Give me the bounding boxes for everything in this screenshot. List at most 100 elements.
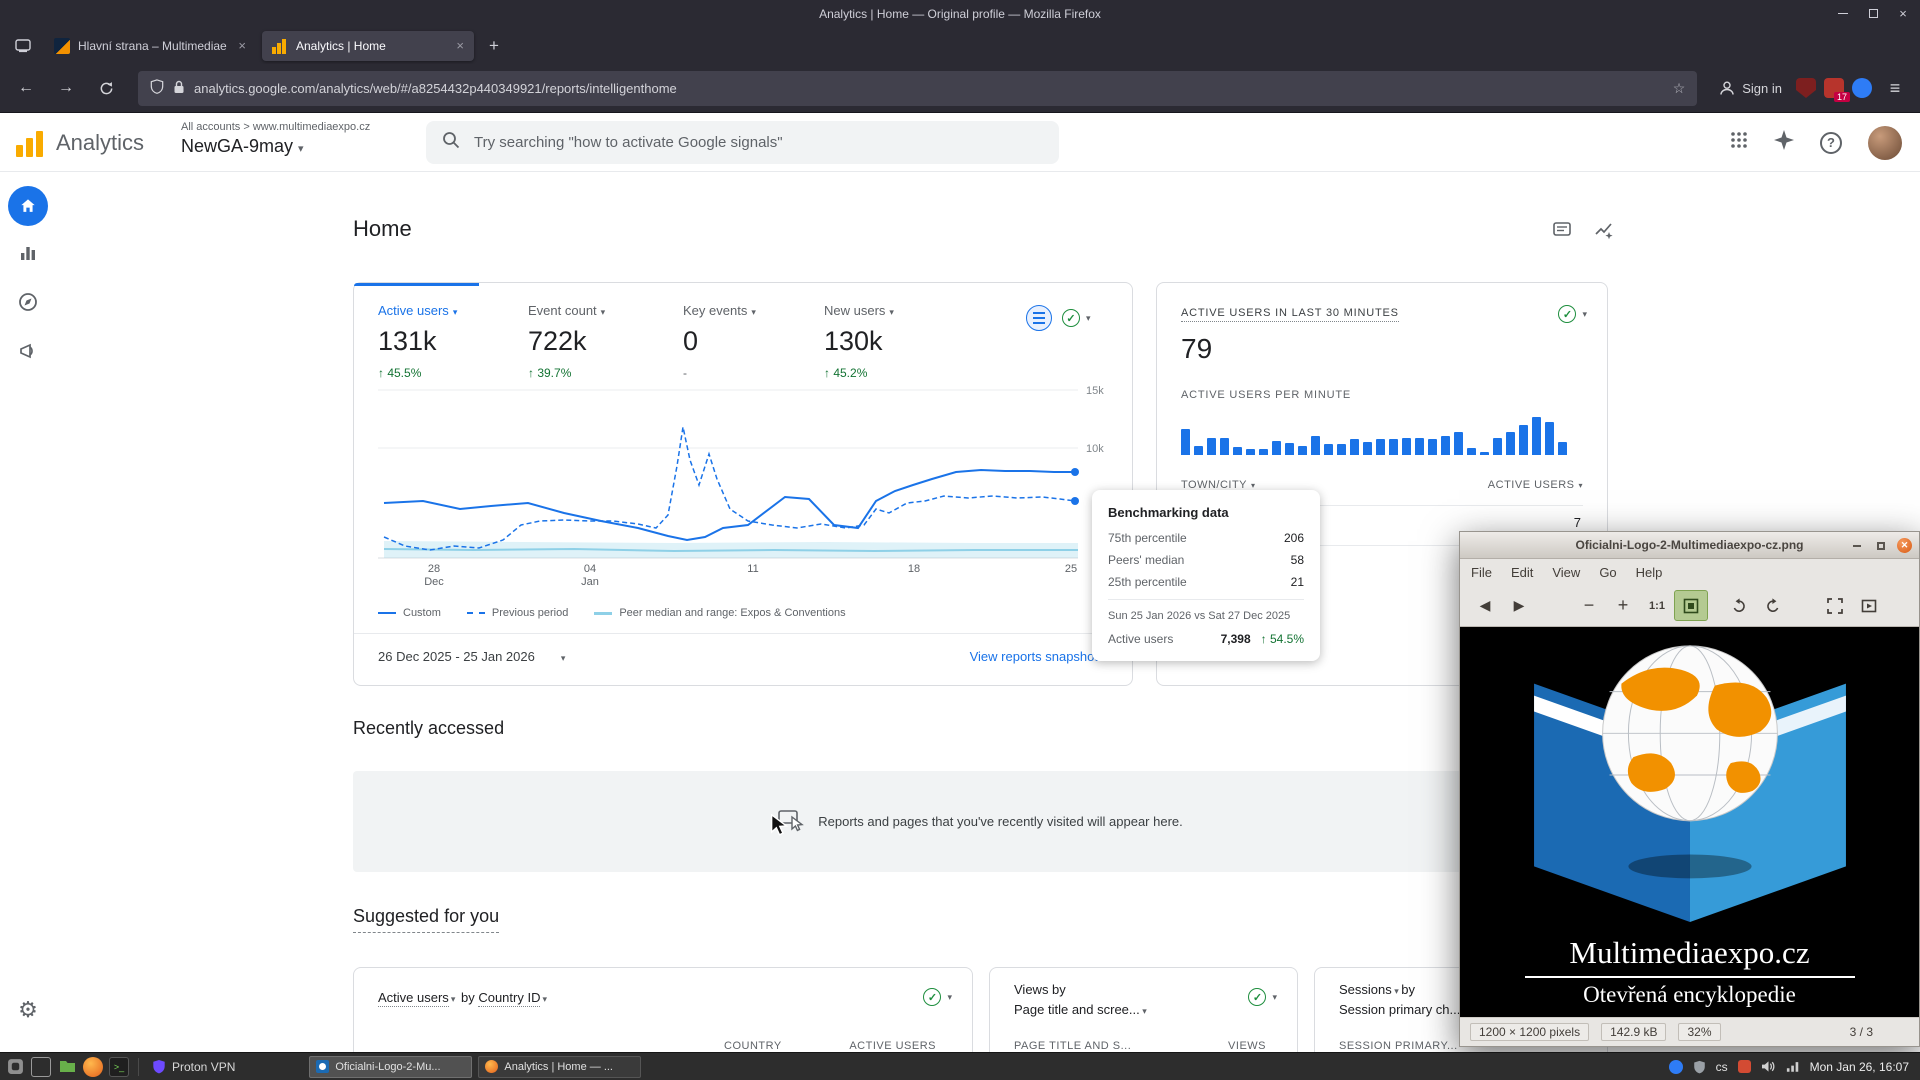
- normal-size-button[interactable]: 1:1: [1640, 590, 1674, 621]
- translate-extension-icon[interactable]: [1852, 78, 1872, 98]
- sidebar-item-home[interactable]: [8, 186, 48, 226]
- metric-selector[interactable]: Active users: [378, 990, 449, 1007]
- svg-text:28: 28: [428, 563, 440, 575]
- comparison-check-dropdown[interactable]: ✓ ▾: [1062, 309, 1091, 327]
- column-views[interactable]: VIEWS: [1228, 1040, 1266, 1052]
- proton-vpn-launcher[interactable]: Proton VPN: [148, 1059, 239, 1074]
- minimize-button[interactable]: [1836, 7, 1850, 21]
- menu-view[interactable]: View: [1552, 565, 1580, 580]
- help-icon[interactable]: ?: [1820, 132, 1842, 154]
- viewer-maximize-button[interactable]: [1873, 538, 1888, 553]
- column-active-users[interactable]: ACTIVE USERS: [849, 1040, 936, 1052]
- maximize-button[interactable]: [1866, 7, 1880, 21]
- insights-icon[interactable]: [1594, 220, 1614, 245]
- dimension-selector[interactable]: Country ID: [478, 990, 540, 1007]
- dimension-selector[interactable]: Page title and scree...: [1014, 1002, 1140, 1017]
- feedback-note-icon[interactable]: [1552, 220, 1572, 245]
- close-button[interactable]: ×: [1896, 7, 1910, 21]
- column-active-users[interactable]: ACTIVE USERS▾: [1488, 479, 1583, 491]
- url-bar[interactable]: analytics.google.com/analytics/web/#/a82…: [138, 71, 1697, 106]
- sidebar-item-explore[interactable]: [8, 282, 48, 322]
- viewer-titlebar[interactable]: Oficialni-Logo-2-Multimediaexpo-cz.png ✕: [1460, 532, 1919, 559]
- metric-selector[interactable]: Sessions: [1339, 982, 1392, 997]
- tooltip-metric-row: Active users 7,398 ↑ 54.5%: [1108, 632, 1304, 646]
- bookmark-star-icon[interactable]: ☆: [1673, 80, 1686, 97]
- next-image-button[interactable]: ▶: [1502, 590, 1536, 621]
- firefox-view-icon[interactable]: [8, 32, 38, 60]
- tray-vpn-shield-icon[interactable]: [1693, 1060, 1706, 1074]
- comparison-check-dropdown[interactable]: ✓ ▾: [1558, 305, 1587, 323]
- search-input[interactable]: Try searching "how to activate Google si…: [426, 121, 1059, 164]
- zoom-in-button[interactable]: +: [1606, 590, 1640, 621]
- taskbar-clock[interactable]: Mon Jan 26, 16:07: [1810, 1060, 1909, 1074]
- tray-sync-icon[interactable]: [1669, 1060, 1683, 1074]
- firefox-launcher-icon[interactable]: [83, 1057, 103, 1077]
- taskbar-window-firefox[interactable]: Analytics | Home — ...: [478, 1056, 641, 1078]
- fullscreen-button[interactable]: [1818, 590, 1852, 621]
- firefox-account-button[interactable]: Sign in: [1713, 80, 1788, 96]
- column-page-title[interactable]: PAGE TITLE AND S...: [1014, 1040, 1131, 1052]
- menu-file[interactable]: File: [1471, 565, 1492, 580]
- analytics-logo[interactable]: Analytics: [16, 127, 144, 157]
- apps-grid-icon[interactable]: [1730, 131, 1748, 154]
- rotate-left-button[interactable]: [1722, 590, 1756, 621]
- lock-icon[interactable]: [173, 80, 185, 97]
- column-country[interactable]: COUNTRY: [724, 1040, 782, 1052]
- volume-icon[interactable]: [1761, 1060, 1776, 1073]
- menu-help[interactable]: Help: [1636, 565, 1663, 580]
- show-desktop-icon[interactable]: [31, 1057, 51, 1077]
- view-reports-snapshot-link[interactable]: View reports snapshot: [970, 649, 1098, 664]
- adblock-extension-icon[interactable]: 17: [1824, 78, 1844, 98]
- date-range-selector[interactable]: 26 Dec 2025 - 25 Jan 2026▾: [378, 649, 565, 664]
- previous-image-button[interactable]: ◀: [1468, 590, 1502, 621]
- viewer-image-area[interactable]: Multimediaexpo.cz Otevřená encyklopedie: [1460, 627, 1919, 1017]
- viewer-close-button[interactable]: ✕: [1897, 538, 1912, 553]
- slideshow-button[interactable]: [1852, 590, 1886, 621]
- dimension-selector[interactable]: Session primary ch...: [1339, 1002, 1460, 1017]
- tab-close-icon[interactable]: ×: [456, 38, 464, 53]
- metric-tab-new-users[interactable]: New users▾ 130k ↑ 45.2%: [824, 303, 894, 380]
- reload-button[interactable]: [90, 72, 122, 104]
- tab-multimediaexpo[interactable]: Hlavní strana – Multimediae ×: [44, 31, 256, 61]
- comparison-check-dropdown[interactable]: ✓ ▾: [923, 988, 952, 1006]
- viewer-minimize-button[interactable]: [1849, 538, 1864, 553]
- per-minute-bar: [1207, 438, 1216, 455]
- forward-button[interactable]: →: [50, 72, 82, 104]
- settings-gear-icon[interactable]: ⚙: [8, 990, 48, 1030]
- image-window-icon: [316, 1060, 329, 1073]
- zoom-out-button[interactable]: −: [1572, 590, 1606, 621]
- menu-edit[interactable]: Edit: [1511, 565, 1533, 580]
- account-switcher[interactable]: All accounts > www.multimediaexpo.cz New…: [181, 121, 370, 157]
- column-session-channel[interactable]: SESSION PRIMARY...: [1339, 1040, 1458, 1052]
- gemini-sparkle-icon[interactable]: [1774, 130, 1794, 155]
- menu-button[interactable]: ≡: [1880, 78, 1910, 99]
- metric-tab-key-events[interactable]: Key events▾ 0 -: [683, 303, 756, 380]
- metric-tab-active-users[interactable]: Active users▾ 131k ↑ 45.5%: [378, 303, 457, 380]
- per-minute-bar: [1298, 446, 1307, 455]
- tray-app-icon[interactable]: [1738, 1060, 1751, 1073]
- files-launcher-icon[interactable]: [57, 1057, 77, 1077]
- menu-go[interactable]: Go: [1599, 565, 1616, 580]
- profile-avatar[interactable]: [1868, 126, 1902, 160]
- tab-analytics[interactable]: Analytics | Home ×: [262, 31, 474, 61]
- sidebar-item-advertising[interactable]: [8, 331, 48, 371]
- tab-close-icon[interactable]: ×: [238, 38, 246, 53]
- ublock-extension-icon[interactable]: [1796, 78, 1816, 98]
- rotate-right-button[interactable]: [1756, 590, 1790, 621]
- best-fit-button[interactable]: [1674, 590, 1708, 621]
- keyboard-layout-indicator[interactable]: cs: [1716, 1060, 1728, 1074]
- tracking-shield-icon[interactable]: [150, 79, 164, 97]
- benchmarking-icon[interactable]: [1026, 305, 1052, 331]
- terminal-launcher-icon[interactable]: >_: [109, 1057, 129, 1077]
- comparison-check-dropdown[interactable]: ✓ ▾: [1248, 988, 1277, 1006]
- network-icon[interactable]: [1786, 1060, 1800, 1073]
- menu-launcher-icon[interactable]: [5, 1057, 25, 1077]
- sidebar-item-reports[interactable]: [8, 233, 48, 273]
- metric-tab-event-count[interactable]: Event count▾ 722k ↑ 39.7%: [528, 303, 605, 380]
- taskbar-window-image-viewer[interactable]: Oficialni-Logo-2-Mu...: [309, 1056, 472, 1078]
- back-button[interactable]: ←: [10, 72, 42, 104]
- active-users-trend-chart[interactable]: 15k10k28Dec04Jan111825: [374, 378, 1104, 588]
- per-minute-bar: [1233, 447, 1242, 455]
- realtime-active-users: 79: [1181, 333, 1212, 365]
- new-tab-button[interactable]: +: [480, 32, 508, 60]
